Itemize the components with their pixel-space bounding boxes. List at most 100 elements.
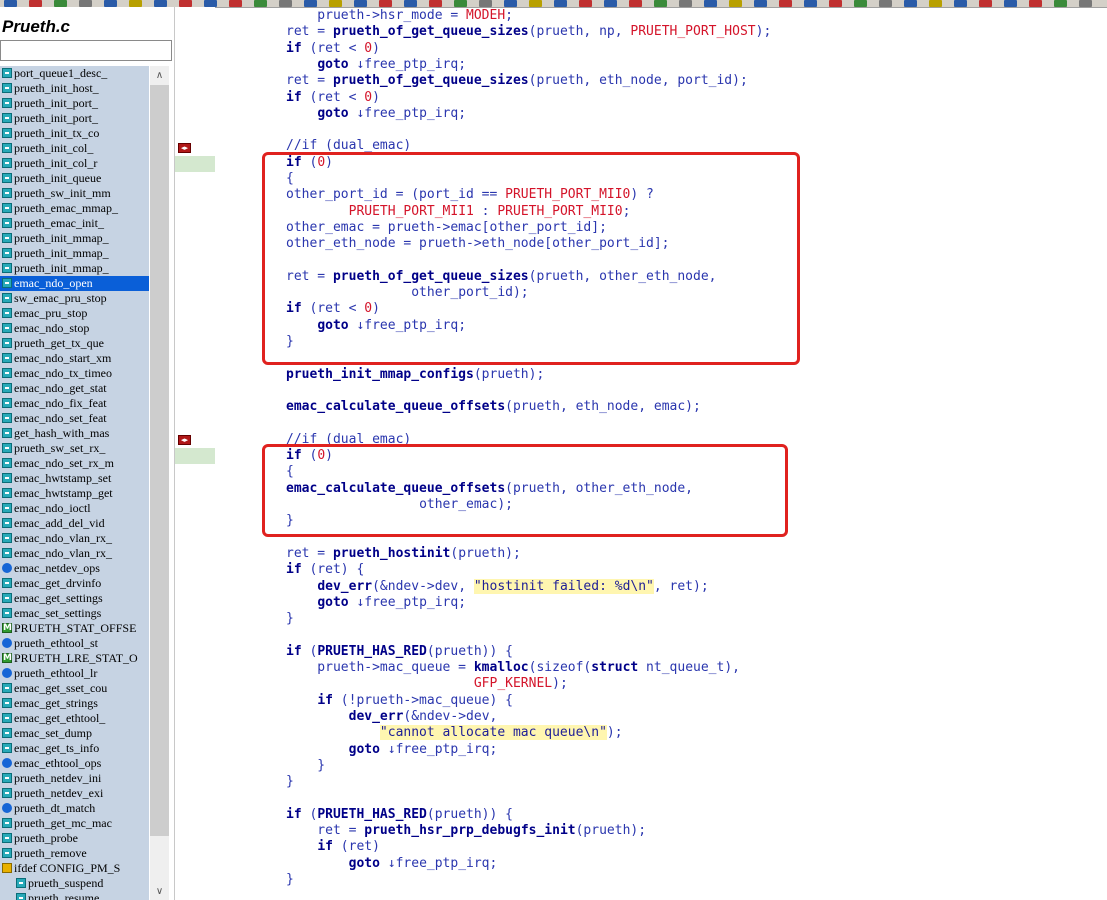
symbol-item[interactable]: emac_ndo_set_feat — [0, 411, 149, 426]
toolbar-icon[interactable] — [1079, 0, 1092, 7]
symbol-item[interactable]: prueth_ethtool_st — [0, 636, 149, 651]
toolbar-icon[interactable] — [479, 0, 492, 7]
toolbar-icon[interactable] — [729, 0, 742, 7]
symbol-list[interactable]: port_queue1_desc_ prueth_init_host_ prueth… — [0, 66, 149, 900]
toolbar-icon[interactable] — [604, 0, 617, 7]
toolbar-icon[interactable] — [379, 0, 392, 7]
symbol-item[interactable]: emac_get_ethtool_ — [0, 711, 149, 726]
toolbar-icon[interactable] — [654, 0, 667, 7]
symbol-search-input[interactable] — [0, 40, 172, 61]
symbol-item[interactable]: prueth_init_queue — [0, 171, 149, 186]
toolbar-icon[interactable] — [954, 0, 967, 7]
symbol-item[interactable]: prueth_init_tx_co — [0, 126, 149, 141]
symbol-item[interactable]: emac_ndo_set_rx_m — [0, 456, 149, 471]
symbol-item[interactable]: emac_ndo_fix_feat — [0, 396, 149, 411]
symbol-item[interactable]: emac_ndo_vlan_rx_ — [0, 531, 149, 546]
toolbar-icon[interactable] — [979, 0, 992, 7]
toolbar-icon[interactable] — [354, 0, 367, 7]
collapsed-block-icon[interactable]: ◂▸ — [178, 435, 191, 445]
symbol-item[interactable]: prueth_init_col_r — [0, 156, 149, 171]
toolbar-icon[interactable] — [4, 0, 17, 7]
symbol-item[interactable]: prueth_remove — [0, 846, 149, 861]
toolbar-icon[interactable] — [804, 0, 817, 7]
symbol-item[interactable]: emac_ethtool_ops — [0, 756, 149, 771]
symbol-item[interactable]: emac_add_del_vid — [0, 516, 149, 531]
symbol-item[interactable]: port_queue1_desc_ — [0, 66, 149, 81]
toolbar-icon[interactable] — [854, 0, 867, 7]
symbol-item[interactable]: prueth_init_mmap_ — [0, 261, 149, 276]
symbol-item[interactable]: emac_get_strings — [0, 696, 149, 711]
toolbar-icon[interactable] — [679, 0, 692, 7]
toolbar-icon[interactable] — [279, 0, 292, 7]
symbol-item[interactable]: PRUETH_STAT_OFFSE — [0, 621, 149, 636]
toolbar-icon[interactable] — [929, 0, 942, 7]
symbol-item[interactable]: emac_set_settings — [0, 606, 149, 621]
symbol-item[interactable]: emac_get_sset_cou — [0, 681, 149, 696]
toolbar-icon[interactable] — [304, 0, 317, 7]
symbol-item[interactable]: prueth_sw_init_mm — [0, 186, 149, 201]
symbol-item[interactable]: prueth_init_mmap_ — [0, 246, 149, 261]
toolbar-icon[interactable] — [454, 0, 467, 7]
symbol-item[interactable]: emac_hwtstamp_get — [0, 486, 149, 501]
symbol-item[interactable]: emac_ndo_get_stat — [0, 381, 149, 396]
symbol-item[interactable]: prueth_suspend — [0, 876, 149, 891]
symbol-item[interactable]: prueth_init_port_ — [0, 96, 149, 111]
toolbar-icon[interactable] — [754, 0, 767, 7]
symbol-item[interactable]: emac_get_settings — [0, 591, 149, 606]
symbol-item[interactable]: prueth_dt_match — [0, 801, 149, 816]
symbol-item[interactable]: emac_get_ts_info — [0, 741, 149, 756]
toolbar-icon[interactable] — [179, 0, 192, 7]
symbol-item[interactable]: prueth_get_tx_que — [0, 336, 149, 351]
symbol-item[interactable]: prueth_netdev_exi — [0, 786, 149, 801]
symbol-item[interactable]: emac_get_drvinfo — [0, 576, 149, 591]
toolbar-icon[interactable] — [1054, 0, 1067, 7]
toolbar-icon[interactable] — [1029, 0, 1042, 7]
scroll-up-icon[interactable]: ∧ — [150, 67, 169, 84]
toolbar-icon[interactable] — [704, 0, 717, 7]
toolbar-icon[interactable] — [229, 0, 242, 7]
toolbar-icon[interactable] — [829, 0, 842, 7]
toolbar-icon[interactable] — [779, 0, 792, 7]
symbol-item[interactable]: emac_netdev_ops — [0, 561, 149, 576]
toolbar-icon[interactable] — [429, 0, 442, 7]
toolbar-icon[interactable] — [629, 0, 642, 7]
symbol-item[interactable]: prueth_init_col_ — [0, 141, 149, 156]
toolbar-icon[interactable] — [554, 0, 567, 7]
symbol-item[interactable]: sw_emac_pru_stop — [0, 291, 149, 306]
symbol-item[interactable]: prueth_init_host_ — [0, 81, 149, 96]
symbol-item[interactable]: prueth_init_mmap_ — [0, 231, 149, 246]
scroll-down-icon[interactable]: ∨ — [150, 883, 169, 900]
symbol-item[interactable]: prueth_emac_mmap_ — [0, 201, 149, 216]
symbol-item[interactable]: emac_ndo_open — [0, 276, 149, 291]
toolbar-icon[interactable] — [529, 0, 542, 7]
symbol-item[interactable]: emac_pru_stop — [0, 306, 149, 321]
toolbar-icon[interactable] — [254, 0, 267, 7]
symbol-item[interactable]: emac_ndo_vlan_rx_ — [0, 546, 149, 561]
symbol-item[interactable]: prueth_netdev_ini — [0, 771, 149, 786]
toolbar-icon[interactable] — [154, 0, 167, 7]
symbol-item[interactable]: emac_ndo_start_xm — [0, 351, 149, 366]
scrollbar-thumb[interactable] — [150, 85, 169, 836]
collapsed-block-icon[interactable]: ◂▸ — [178, 143, 191, 153]
symbol-item[interactable]: prueth_probe — [0, 831, 149, 846]
symbol-item[interactable]: get_hash_with_mas — [0, 426, 149, 441]
toolbar-icon[interactable] — [579, 0, 592, 7]
toolbar-icon[interactable] — [54, 0, 67, 7]
toolbar-icon[interactable] — [1004, 0, 1017, 7]
toolbar-icon[interactable] — [29, 0, 42, 7]
toolbar-icon[interactable] — [79, 0, 92, 7]
symbol-item[interactable]: prueth_resume — [0, 891, 149, 900]
toolbar-icon[interactable] — [204, 0, 217, 7]
toolbar-icon[interactable] — [879, 0, 892, 7]
toolbar-icon[interactable] — [904, 0, 917, 7]
symbol-item[interactable]: prueth_ethtool_lr — [0, 666, 149, 681]
symbol-item[interactable]: emac_ndo_ioctl — [0, 501, 149, 516]
toolbar-icon[interactable] — [104, 0, 117, 7]
symbol-item[interactable]: prueth_sw_set_rx_ — [0, 441, 149, 456]
symbol-item[interactable]: emac_ndo_tx_timeo — [0, 366, 149, 381]
symbol-item[interactable]: prueth_init_port_ — [0, 111, 149, 126]
symbol-item[interactable]: emac_ndo_stop — [0, 321, 149, 336]
symbol-item[interactable]: prueth_emac_init_ — [0, 216, 149, 231]
toolbar-icon[interactable] — [504, 0, 517, 7]
toolbar-icon[interactable] — [329, 0, 342, 7]
